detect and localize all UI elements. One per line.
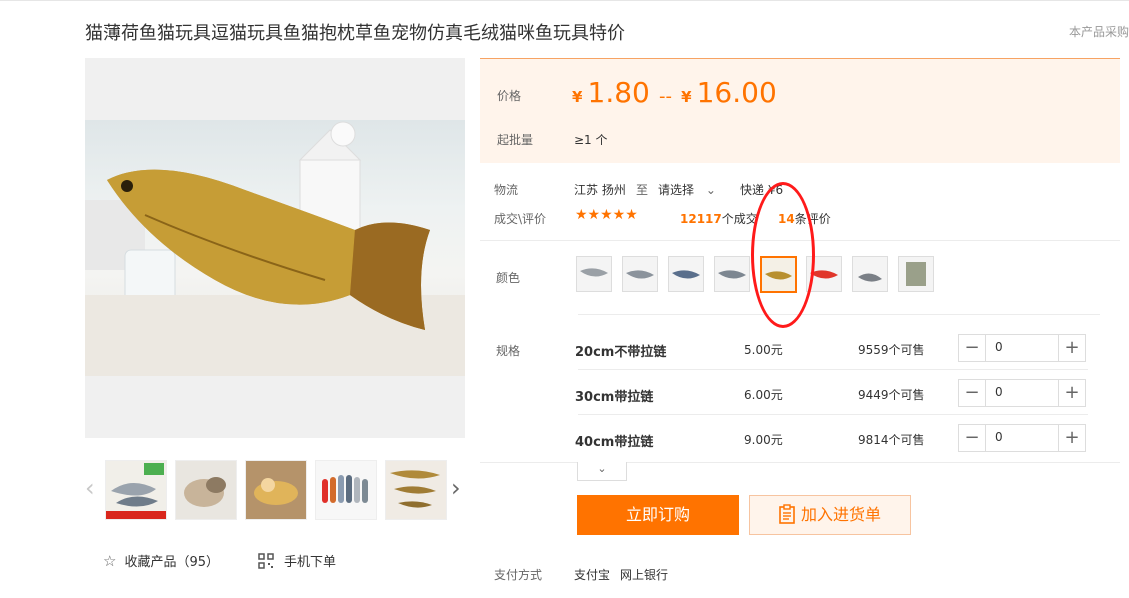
color-swatch[interactable] <box>852 256 888 292</box>
thumbnail[interactable] <box>175 460 237 520</box>
moq-value: ≥1 个 <box>574 133 608 147</box>
product-photo <box>85 120 465 376</box>
spec-stock: 9814个可售 <box>858 433 925 447</box>
price-max: 16.00 <box>696 76 777 109</box>
reviews-label: 成交\评价 <box>494 212 547 226</box>
add-to-cart-label: 加入进货单 <box>800 505 881 524</box>
price-range: ¥ 1.80 -- ¥ 16.00 <box>572 76 777 109</box>
plus-icon[interactable]: + <box>1058 335 1085 361</box>
deals-count: 12117 <box>680 212 722 226</box>
currency-symbol: ¥ <box>572 88 583 106</box>
quantity-input[interactable]: 0 <box>995 340 1003 354</box>
quantity-stepper: − 0 + <box>958 334 1086 362</box>
minus-icon[interactable]: − <box>959 335 986 361</box>
quantity-input[interactable]: 0 <box>995 430 1003 444</box>
expand-specs-button[interactable]: ⌄ <box>577 462 627 481</box>
mobile-order-button[interactable]: 手机下单 <box>258 551 336 573</box>
color-swatch[interactable] <box>622 256 658 292</box>
color-swatch[interactable] <box>714 256 750 292</box>
divider <box>578 314 1100 315</box>
deals-link[interactable]: 12117个成交 <box>680 210 758 227</box>
favorite-button[interactable]: ☆ 收藏产品（95） <box>103 551 219 570</box>
spec-stock: 9449个可售 <box>858 388 925 402</box>
thumb-prev-icon[interactable]: ‹ <box>85 474 95 502</box>
annotation-circle <box>751 182 815 328</box>
ship-from: 江苏 扬州 <box>574 183 626 197</box>
color-swatch[interactable] <box>668 256 704 292</box>
product-title: 猫薄荷鱼猫玩具逗猫玩具鱼猫抱枕草鱼宠物仿真毛绒猫咪鱼玩具特价 <box>85 23 625 44</box>
divider <box>578 414 1088 415</box>
vendor-link[interactable]: 本产品采购 <box>1069 23 1129 40</box>
price-min: 1.80 <box>587 76 650 109</box>
moq-label: 起批量 <box>497 133 534 147</box>
spec-name: 40cm带拉链 <box>575 435 654 450</box>
color-swatch[interactable] <box>898 256 934 292</box>
color-label: 颜色 <box>496 271 521 285</box>
top-divider <box>0 0 1129 1</box>
payment-method: 支付宝 <box>574 568 611 582</box>
star-outline-icon: ☆ <box>103 552 117 570</box>
thumbnail[interactable] <box>385 460 447 520</box>
quantity-input[interactable]: 0 <box>995 385 1003 399</box>
chevron-down-icon: ⌄ <box>597 462 607 475</box>
ship-to-word: 至 <box>636 183 649 197</box>
deals-suffix: 个成交 <box>721 212 758 226</box>
logistics-label: 物流 <box>494 183 519 197</box>
spec-price: 6.00元 <box>744 388 783 402</box>
currency-symbol: ¥ <box>681 88 692 106</box>
payment-method: 网上银行 <box>620 568 669 582</box>
price-label: 价格 <box>497 89 522 103</box>
divider <box>578 369 1088 370</box>
thumbnail[interactable] <box>315 460 377 520</box>
destination-select-value: 请选择 <box>658 183 695 197</box>
mobile-order-label: 手机下单 <box>284 555 337 570</box>
spec-name: 20cm不带拉链 <box>575 345 667 360</box>
spec-label: 规格 <box>496 344 521 358</box>
plus-icon[interactable]: + <box>1058 380 1085 406</box>
clipboard-icon <box>779 500 795 538</box>
buy-now-button[interactable]: 立即订购 <box>577 495 739 535</box>
chevron-down-icon: ⌄ <box>705 183 716 197</box>
thumbnail[interactable] <box>245 460 307 520</box>
thumbnail[interactable] <box>105 460 167 520</box>
spec-stock: 9559个可售 <box>858 343 925 357</box>
minus-icon[interactable]: − <box>959 380 986 406</box>
spec-name: 30cm带拉链 <box>575 390 654 405</box>
payment-label: 支付方式 <box>494 568 543 582</box>
spec-price: 9.00元 <box>744 433 783 447</box>
plus-icon[interactable]: + <box>1058 425 1085 451</box>
quantity-stepper: − 0 + <box>958 424 1086 452</box>
color-swatch[interactable] <box>576 256 612 292</box>
favorite-label: 收藏产品（95） <box>124 555 219 570</box>
minus-icon[interactable]: − <box>959 425 986 451</box>
thumbnail-image <box>246 461 306 519</box>
thumbnail-image <box>316 461 376 519</box>
rating-stars: ★★★★★ <box>575 207 638 223</box>
thumbnail-image <box>176 461 236 519</box>
fish-toy-image <box>85 121 465 376</box>
divider <box>480 462 1120 463</box>
destination-select[interactable]: 请选择 ⌄ <box>658 181 716 198</box>
thumb-next-icon[interactable]: › <box>451 474 461 502</box>
thumbnail-image <box>106 461 166 519</box>
spec-price: 5.00元 <box>744 343 783 357</box>
qr-code-icon <box>258 553 274 573</box>
price-dash: -- <box>658 86 672 107</box>
quantity-stepper: − 0 + <box>958 379 1086 407</box>
add-to-cart-button[interactable]: 加入进货单 <box>749 495 911 535</box>
main-image[interactable] <box>85 58 465 438</box>
thumbnail-image <box>386 461 446 519</box>
